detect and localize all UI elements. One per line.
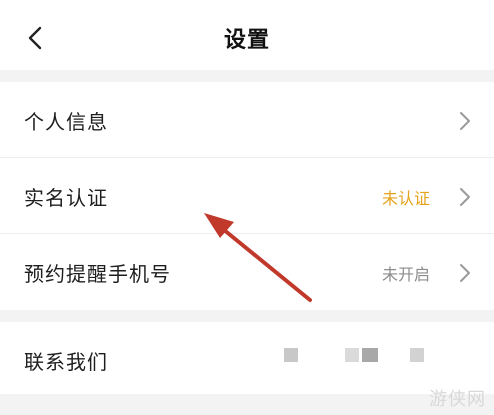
blurred-content bbox=[362, 348, 378, 362]
settings-item-personal-info[interactable]: 个人信息 bbox=[0, 82, 494, 158]
chevron-right-icon bbox=[460, 112, 470, 130]
chevron-right-icon bbox=[460, 188, 470, 206]
settings-item-label: 预约提醒手机号 bbox=[24, 262, 171, 286]
settings-list: 个人信息 实名认证 未认证 预约提醒手机号 未开启 bbox=[0, 82, 494, 310]
reminder-status: 未开启 bbox=[381, 265, 430, 284]
verification-status: 未认证 bbox=[381, 189, 430, 208]
settings-item-label: 实名认证 bbox=[24, 186, 108, 210]
settings-item-real-name-verification[interactable]: 实名认证 未认证 bbox=[0, 158, 494, 234]
settings-item-reminder-phone[interactable]: 预约提醒手机号 未开启 bbox=[0, 234, 494, 310]
contact-section: 联系我们 bbox=[0, 322, 494, 394]
blurred-content bbox=[284, 348, 298, 362]
settings-item-label: 联系我们 bbox=[24, 350, 108, 374]
top-bar: 设置 bbox=[0, 0, 494, 70]
settings-item-contact-us[interactable]: 联系我们 bbox=[0, 322, 494, 394]
settings-item-label: 个人信息 bbox=[24, 110, 108, 134]
page-title: 设置 bbox=[223, 28, 270, 53]
blurred-content bbox=[410, 348, 424, 362]
chevron-right-icon bbox=[460, 264, 470, 282]
blurred-content bbox=[345, 348, 359, 362]
watermark: 游侠网 bbox=[429, 389, 486, 410]
